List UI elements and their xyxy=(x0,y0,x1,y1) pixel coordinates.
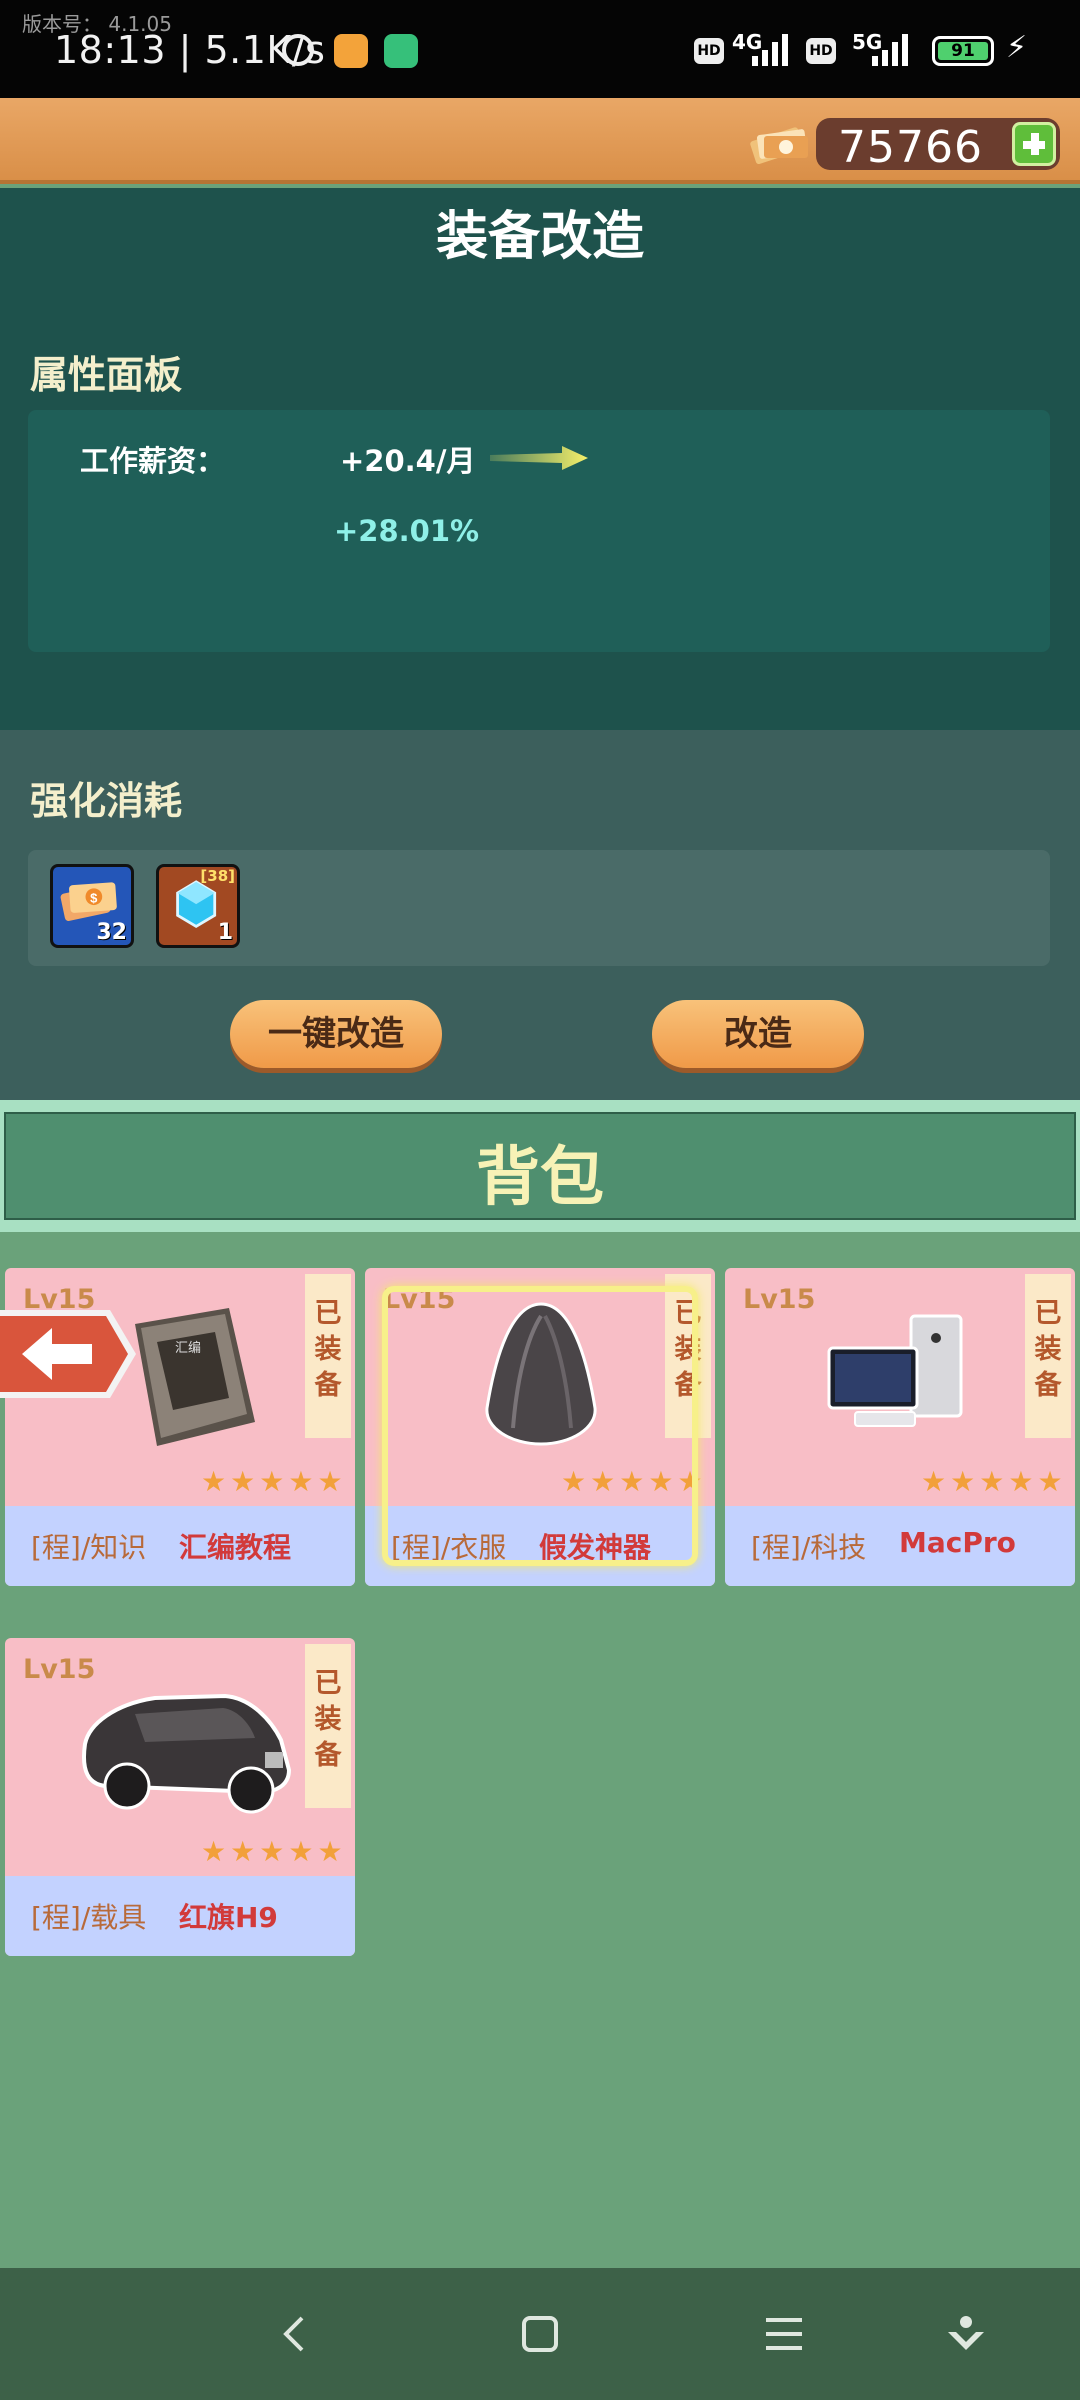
blue-gem-item[interactable]: [38] 1 xyxy=(156,864,240,948)
nav-back-icon[interactable] xyxy=(274,2312,318,2356)
currency-bar: 75766 xyxy=(0,98,1080,184)
signal-bars-icon-2 xyxy=(872,32,916,66)
equipped-badge: 已装备 xyxy=(1025,1274,1071,1438)
add-currency-button[interactable] xyxy=(1012,122,1056,166)
star-icon: ★ xyxy=(317,1835,343,1868)
nav-menu-icon[interactable] xyxy=(762,2312,806,2356)
item-name: 红旗H9 xyxy=(179,1901,278,1934)
salary-value: +20.4/月 xyxy=(340,444,476,478)
money-stack-icon xyxy=(750,127,808,164)
star-icon: ★ xyxy=(1037,1465,1063,1498)
currency-value: 75766 xyxy=(838,122,983,173)
page-title: 装备改造 xyxy=(435,207,644,267)
star-icon: ★ xyxy=(201,1465,227,1498)
card-footer: [程]/载具 红旗H9 xyxy=(5,1876,355,1956)
star-icon: ★ xyxy=(288,1465,314,1498)
svg-text:汇编: 汇编 xyxy=(175,1341,201,1356)
battery-level: 91 xyxy=(938,42,988,61)
backpack-header: 背包 xyxy=(4,1112,1076,1220)
equipped-badge: 已装备 xyxy=(305,1274,351,1438)
backpack-title: 背包 xyxy=(476,1141,604,1215)
star-icon: ★ xyxy=(259,1465,285,1498)
item-card-macpro[interactable]: Lv15 已装备 ★ ★ ★ ★ ★ [程]/科技 MacPro xyxy=(725,1268,1075,1586)
battery-icon: 91 xyxy=(932,36,994,66)
nav-assistant-icon[interactable] xyxy=(944,2312,988,2356)
star-icon: ★ xyxy=(259,1835,285,1868)
shield-app-icon xyxy=(384,34,418,68)
status-bar: 版本号： 4.1.05 18:13 | 5.1K/s HD 4G HD 5G 9… xyxy=(0,0,1080,98)
attribute-heading: 属性面板 xyxy=(30,353,183,397)
star-icon: ★ xyxy=(979,1465,1005,1498)
item-category: [程]/科技 xyxy=(751,1531,867,1564)
money-ticket-item[interactable]: $ 32 xyxy=(50,864,134,948)
item-card-hongqi[interactable]: Lv15 已装备 ★ ★ ★ ★ ★ [程]/载具 红旗H9 xyxy=(5,1638,355,1956)
nav-home-icon[interactable] xyxy=(518,2312,562,2356)
star-rating: ★ ★ ★ ★ ★ xyxy=(201,1838,351,1868)
charging-icon: ⚡ xyxy=(1006,30,1028,65)
back-arrow-button[interactable] xyxy=(0,1306,140,1402)
salary-label: 工作薪资： xyxy=(80,444,226,478)
card-footer: [程]/知识 汇编教程 xyxy=(5,1506,355,1586)
hd-icon: HD xyxy=(694,38,724,64)
card-footer: [程]/科技 MacPro xyxy=(725,1506,1075,1586)
hd-icon-2: HD xyxy=(806,38,836,64)
cost-heading: 强化消耗 xyxy=(30,779,183,823)
svg-text:$: $ xyxy=(90,890,98,905)
item-count: 1 xyxy=(217,920,233,945)
star-rating: ★ ★ ★ ★ ★ xyxy=(201,1468,351,1498)
alarm-icon xyxy=(282,34,314,66)
computer-icon xyxy=(827,1314,963,1427)
star-icon: ★ xyxy=(230,1465,256,1498)
star-icon: ★ xyxy=(1008,1465,1034,1498)
attribute-section: 装备改造 属性面板 工作薪资： +20.4/月 +28.01% xyxy=(0,188,1080,730)
item-name: MacPro xyxy=(899,1526,1016,1559)
star-icon: ★ xyxy=(201,1835,227,1868)
star-icon: ★ xyxy=(317,1465,343,1498)
cost-section: 强化消耗 $ 32 [38] 1 一键改造 改造 xyxy=(0,730,1080,1100)
signal-bars-icon xyxy=(752,32,796,66)
arrow-right-icon xyxy=(490,446,588,470)
equipped-badge: 已装备 xyxy=(305,1644,351,1808)
backpack-header-strip: 背包 xyxy=(0,1100,1080,1232)
star-icon: ★ xyxy=(921,1465,947,1498)
star-icon: ★ xyxy=(950,1465,976,1498)
system-nav-bar xyxy=(0,2268,1080,2400)
notification-app-icon xyxy=(334,34,368,68)
one-click-modify-button[interactable]: 一键改造 xyxy=(230,1000,442,1068)
item-tag: [38] xyxy=(200,867,235,885)
star-rating: ★ ★ ★ ★ ★ xyxy=(921,1468,1071,1498)
item-count: 32 xyxy=(96,920,127,945)
car-icon xyxy=(82,1693,292,1814)
star-icon: ★ xyxy=(288,1835,314,1868)
attribute-panel: 工作薪资： +20.4/月 +28.01% xyxy=(28,410,1050,652)
modify-button[interactable]: 改造 xyxy=(652,1000,864,1068)
item-category: [程]/知识 xyxy=(31,1531,147,1564)
salary-increase: +28.01% xyxy=(334,514,480,548)
item-category: [程]/载具 xyxy=(31,1901,147,1934)
selection-highlight xyxy=(382,1286,698,1566)
currency-display: 75766 xyxy=(816,118,1060,173)
item-name: 汇编教程 xyxy=(179,1531,292,1564)
star-icon: ★ xyxy=(230,1835,256,1868)
cost-panel: $ 32 [38] 1 xyxy=(28,850,1050,966)
item-level: Lv15 xyxy=(743,1284,816,1315)
